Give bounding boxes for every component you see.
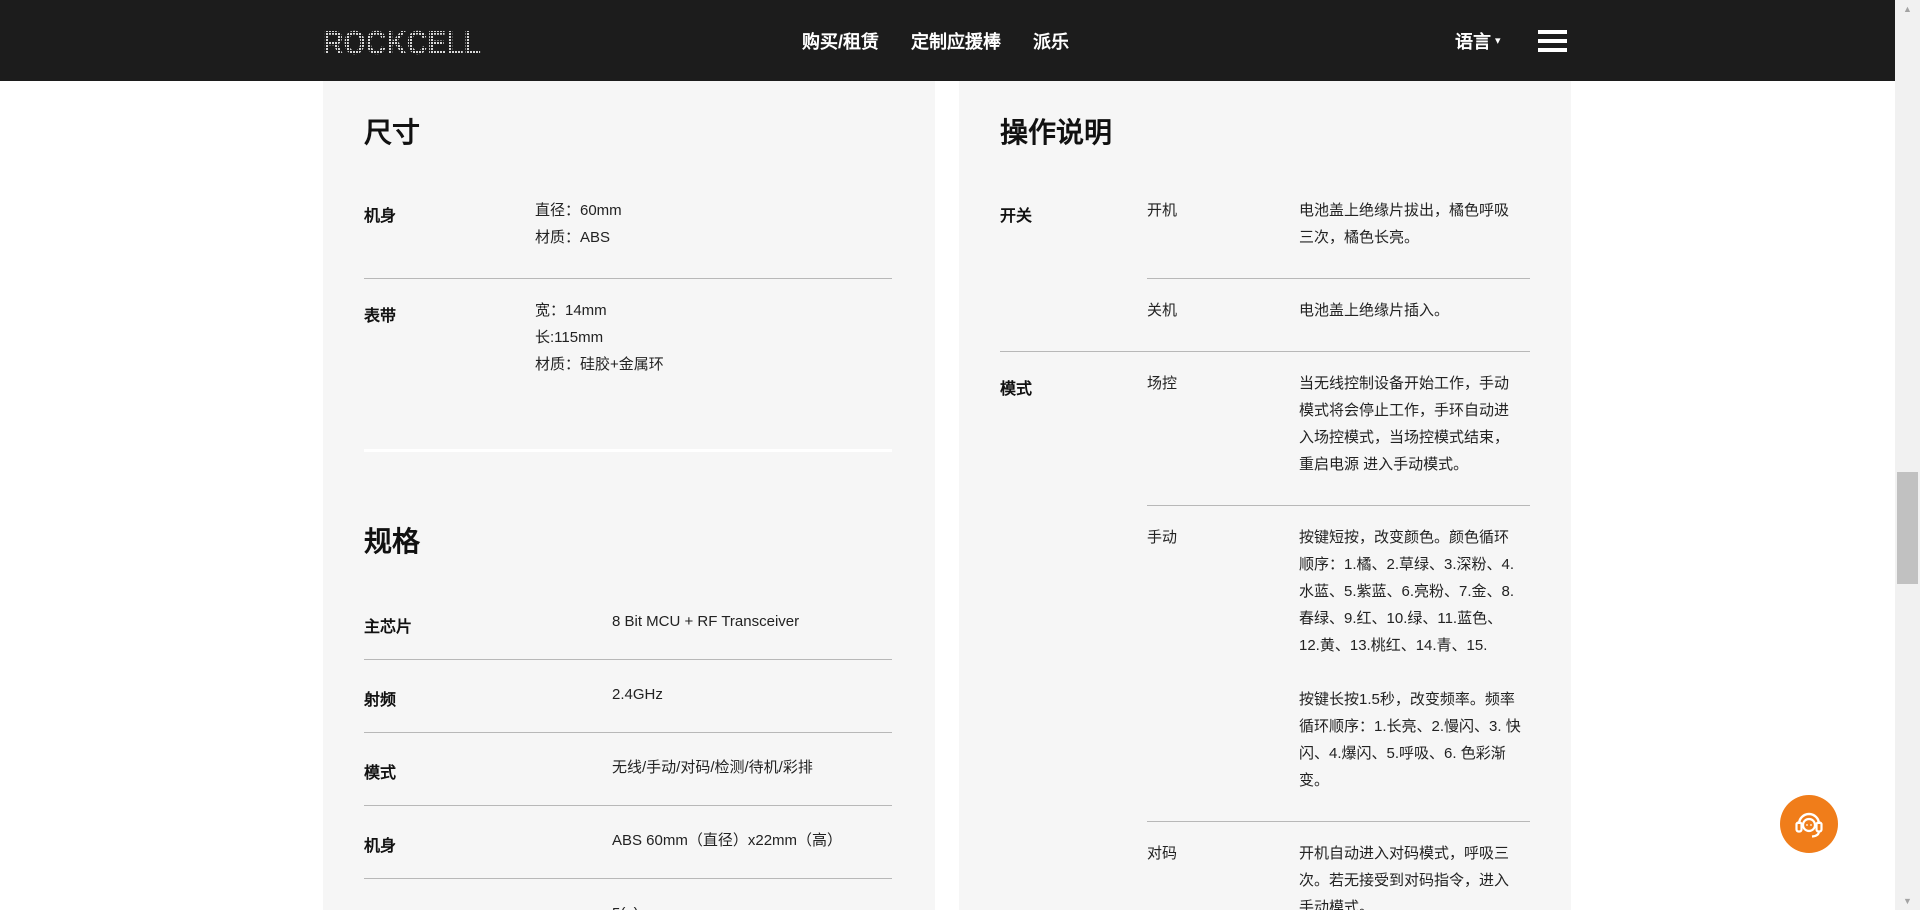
- page-scrollbar[interactable]: ▲ ▼: [1895, 0, 1920, 910]
- spec-label-body: 机身: [364, 838, 397, 855]
- scroll-up-arrow-icon[interactable]: ▲: [1895, 0, 1920, 18]
- specs-heading: 规格: [364, 526, 421, 557]
- spec-value-rf: 2.4GHz: [612, 686, 663, 703]
- instruction-text: 模式将会停止工作，手环自动进: [1299, 402, 1510, 419]
- divider: [364, 878, 892, 879]
- spec-label-mode: 模式: [364, 765, 397, 782]
- instruction-text: 变。: [1299, 772, 1330, 789]
- instruction-text: 次。若无接受到对码指令，进入: [1299, 872, 1510, 889]
- divider: [364, 659, 892, 660]
- instruction-group-power: 开关: [1000, 208, 1033, 225]
- divider: [1147, 278, 1530, 279]
- dimension-value: 宽：14mm: [535, 302, 607, 319]
- instructions-heading: 操作说明: [1000, 117, 1113, 148]
- dimension-label-body: 机身: [364, 208, 397, 225]
- divider: [1000, 351, 1530, 352]
- instruction-text: 手动模式。: [1299, 899, 1375, 910]
- nav-link-buy-rent[interactable]: 购买/租赁: [802, 28, 879, 54]
- instruction-text: 12.黄、13.桃红、14.青、15.: [1299, 637, 1488, 654]
- nav-link-custom-lightstick[interactable]: 定制应援棒: [911, 28, 1001, 54]
- scroll-down-arrow-icon[interactable]: ▼: [1895, 892, 1920, 910]
- language-label: 语言: [1455, 31, 1491, 52]
- instruction-text: 三次，橘色长亮。: [1299, 229, 1420, 246]
- spec-label-rf: 射频: [364, 692, 397, 709]
- divider: [364, 732, 892, 733]
- instruction-item-manual: 手动: [1147, 529, 1178, 546]
- instruction-text: 循环顺序：1.长亮、2.慢闪、3. 快: [1299, 718, 1521, 735]
- instruction-text: 开机自动进入对码模式，呼吸三: [1299, 845, 1510, 862]
- section-divider: [364, 449, 892, 452]
- dimension-value: 材质：ABS: [535, 229, 611, 246]
- spec-label-chip: 主芯片: [364, 619, 413, 636]
- instruction-text: 按键长按1.5秒，改变频率。频率: [1299, 691, 1515, 708]
- spec-label-strap: 表带: [364, 905, 396, 910]
- instruction-text: 电池盖上绝缘片插入。: [1299, 302, 1450, 319]
- instruction-item-power-off: 关机: [1147, 302, 1178, 319]
- language-selector[interactable]: 语言 ▾: [1455, 0, 1501, 81]
- divider: [1147, 821, 1530, 822]
- instruction-item-pairing: 对码: [1147, 845, 1178, 862]
- spec-value-body: ABS 60mm（直径）x22mm（高）: [612, 832, 843, 849]
- instructions-panel: 操作说明 开关 开机 电池盖上绝缘片拔出，橘色呼吸 三次，橘色长亮。 关机 电池…: [959, 81, 1571, 910]
- customer-service-button[interactable]: [1780, 795, 1838, 853]
- instruction-item-power-on: 开机: [1147, 202, 1178, 219]
- divider: [1147, 505, 1530, 506]
- nav-link-paile[interactable]: 派乐: [1033, 28, 1069, 54]
- specs-panel: 尺寸 机身 直径：60mm 材质：ABS 表带 宽：14mm 长:115mm 材…: [323, 81, 935, 910]
- instruction-text: 闪、4.爆闪、5.呼吸、6. 色彩渐: [1299, 745, 1506, 762]
- spec-value-chip: 8 Bit MCU + RF Transceiver: [612, 613, 800, 630]
- instruction-item-field-control: 场控: [1147, 375, 1178, 392]
- rockcell-logo[interactable]: ROCKCELL: [323, 27, 483, 57]
- spec-value-mode: 无线/手动/对码/检测/待机/彩排: [612, 759, 813, 776]
- dimension-label-strap: 表带: [364, 308, 397, 325]
- instruction-text: 顺序：1.橘、2.草绿、3.深粉、4.: [1299, 556, 1515, 573]
- svg-text:ROCKCELL: ROCKCELL: [323, 27, 481, 57]
- hamburger-menu-icon[interactable]: [1538, 30, 1567, 52]
- divider: [364, 278, 892, 279]
- dimension-value: 材质：硅胶+金属环: [535, 356, 664, 373]
- instruction-text: 重启电源 进入手动模式。: [1299, 456, 1469, 473]
- instruction-text: 按键短按，改变颜色。颜色循环: [1299, 529, 1510, 546]
- dimension-value: 长:115mm: [535, 329, 604, 346]
- divider: [364, 805, 892, 806]
- instruction-text: 入场控模式，当场控模式结束，: [1299, 429, 1510, 446]
- spec-value-strap: 5(g): [612, 900, 639, 910]
- customer-service-headset-icon: [1795, 812, 1823, 838]
- dimension-value: 直径：60mm: [535, 202, 622, 219]
- dimensions-heading: 尺寸: [364, 117, 421, 148]
- instruction-text: 电池盖上绝缘片拔出，橘色呼吸: [1299, 202, 1510, 219]
- chevron-down-icon: ▾: [1495, 35, 1501, 47]
- instruction-text: 春绿、9.红、10.绿、11.蓝色、: [1299, 610, 1503, 627]
- instruction-text: 水蓝、5.紫蓝、6.亮粉、7.金、8.: [1299, 583, 1515, 600]
- instruction-group-mode: 模式: [1000, 381, 1033, 398]
- instruction-text: 当无线控制设备开始工作，手动: [1299, 375, 1510, 392]
- top-navigation-bar: ROCKCELL 购买/租赁 定制应援棒 派乐 语言 ▾: [0, 0, 1895, 81]
- scrollbar-thumb[interactable]: [1897, 472, 1918, 584]
- main-nav: 购买/租赁 定制应援棒 派乐: [802, 0, 1101, 81]
